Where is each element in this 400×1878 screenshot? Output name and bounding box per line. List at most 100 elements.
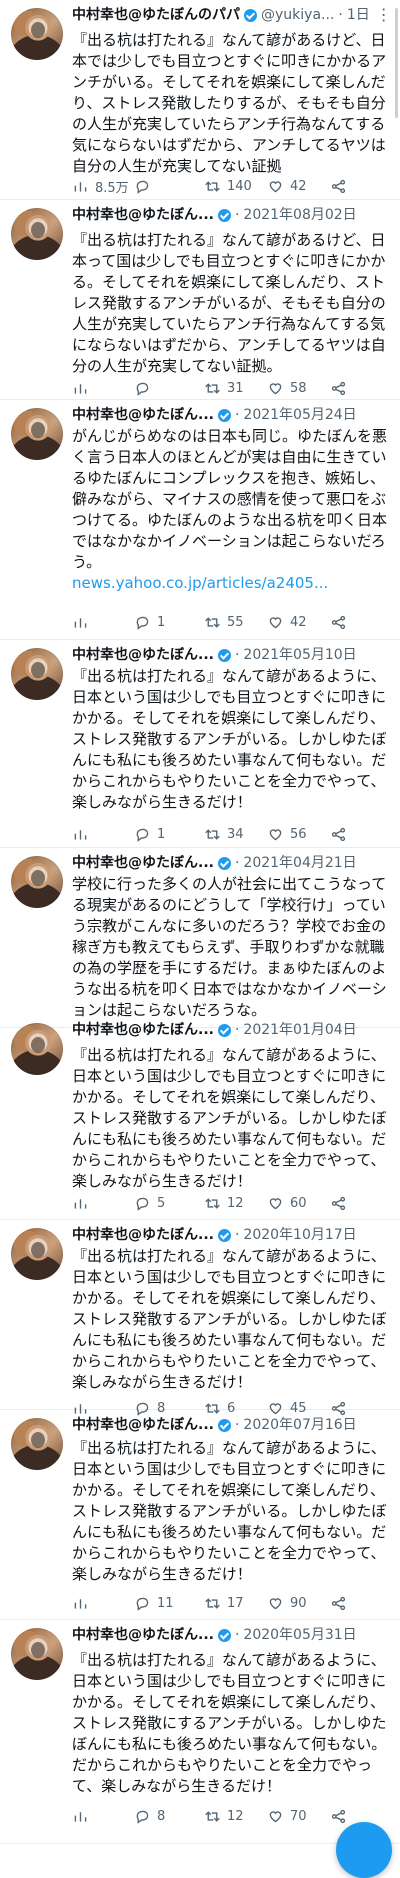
retweet-button[interactable]: 12 (204, 1193, 244, 1213)
heart-icon (269, 180, 282, 192)
tweet-link[interactable]: news.yahoo.co.jp/articles/a2405... (72, 573, 390, 594)
share-button[interactable] (330, 1593, 347, 1613)
avatar[interactable] (11, 8, 63, 60)
avatar[interactable] (11, 648, 63, 700)
avatar[interactable] (11, 1418, 63, 1470)
author-name[interactable]: 中村幸也@ゆたぼん... (72, 1019, 214, 1041)
tweet-date[interactable]: 2020年10月17日 (243, 1224, 356, 1246)
share-icon (331, 381, 346, 395)
like-count: 42 (290, 178, 307, 194)
views-icon (74, 1598, 87, 1609)
reply-button[interactable]: 5 (134, 1193, 165, 1213)
tweet-date[interactable]: 2020年05月31日 (243, 1624, 356, 1646)
like-button[interactable]: 70 (267, 1806, 307, 1826)
tweet-date[interactable]: 2021年01月04日 (243, 1019, 356, 1041)
like-button[interactable]: 56 (267, 824, 307, 844)
tweet-body-text: 『出る杭は打たれる』なんて諺があるけど、日本って国は少しでも目立つとすぐに叩きに… (72, 231, 386, 375)
tweet-text: がんじがらめなのは日本も同じ。ゆたぼんを悪く言う日本人のほとんどが実は自由に生き… (72, 426, 390, 594)
separator-dot: · (338, 7, 343, 23)
author-handle[interactable]: @yukiya... (261, 4, 334, 26)
tweet[interactable]: 中村幸也@ゆたぼんのパパ @yukiya... · 1日 ⋮ 『出る杭は打たれる… (0, 0, 400, 200)
tweet-text: 学校に行った多くの人が社会に出てこうなってる現実があるのにどうして「学校行け」っ… (72, 874, 390, 1021)
more-options-icon[interactable]: ⋮ (370, 4, 388, 26)
share-button[interactable] (330, 1193, 347, 1213)
author-name[interactable]: 中村幸也@ゆたぼんのパパ (72, 4, 240, 26)
compose-button[interactable] (336, 1822, 392, 1878)
views-button[interactable] (72, 824, 95, 844)
tweet-date[interactable]: 2021年08月02日 (243, 204, 356, 226)
views-button[interactable] (72, 612, 95, 632)
like-button[interactable]: 60 (267, 1193, 307, 1213)
avatar[interactable] (11, 208, 63, 260)
share-button[interactable] (330, 378, 347, 398)
tweet-date[interactable]: 2021年05月10日 (243, 644, 356, 666)
like-button[interactable]: 90 (267, 1593, 307, 1613)
author-name[interactable]: 中村幸也@ゆたぼん... (72, 404, 214, 426)
views-button[interactable] (72, 378, 95, 398)
tweet[interactable]: 中村幸也@ゆたぼん... · 2021年08月02日 『出る杭は打たれる』なんて… (0, 200, 400, 400)
reply-count: 8 (157, 1808, 166, 1824)
like-button[interactable]: 42 (267, 176, 307, 196)
share-button[interactable] (330, 824, 347, 844)
reply-button[interactable] (134, 378, 157, 398)
tweet[interactable]: 中村幸也@ゆたぼん... · 2021年04月21日 学校に行った多くの人が社会… (0, 848, 400, 1028)
tweet-date[interactable]: 1日 (347, 4, 370, 26)
separator-dot: · (234, 207, 240, 223)
author-name[interactable]: 中村幸也@ゆたぼん... (72, 1414, 214, 1436)
like-button[interactable]: 42 (267, 612, 307, 632)
retweet-icon (205, 616, 220, 628)
reply-button[interactable] (134, 176, 157, 196)
views-count: 8.5万 (95, 180, 129, 196)
tweet-header: 中村幸也@ゆたぼんのパパ @yukiya... · 1日 ⋮ (72, 4, 388, 26)
reply-button[interactable]: 8 (134, 1806, 165, 1826)
share-button[interactable] (330, 176, 347, 196)
separator-dot: · (234, 1227, 240, 1243)
author-name[interactable]: 中村幸也@ゆたぼん... (72, 204, 214, 226)
avatar[interactable] (11, 1628, 63, 1680)
avatar[interactable] (11, 856, 63, 908)
tweet[interactable]: 中村幸也@ゆたぼん... · 2021年05月10日 『出る杭は打たれる』なんて… (0, 640, 400, 848)
views-button[interactable] (72, 1593, 95, 1613)
reply-button[interactable]: 1 (134, 824, 165, 844)
tweet-text: 『出る杭は打たれる』なんて諺があるように、日本という国は少しでも目立つとすぐに叩… (72, 1246, 390, 1393)
reply-icon (136, 1197, 149, 1211)
retweet-button[interactable]: 34 (204, 824, 244, 844)
share-button[interactable] (330, 1806, 347, 1826)
avatar[interactable] (11, 1023, 63, 1075)
like-button[interactable]: 58 (267, 378, 307, 398)
share-button[interactable] (330, 612, 347, 632)
heart-icon (269, 1810, 282, 1822)
author-name[interactable]: 中村幸也@ゆたぼん... (72, 852, 214, 874)
views-button[interactable] (72, 1193, 95, 1213)
tweet[interactable]: 中村幸也@ゆたぼん... · 2021年05月24日 がんじがらめなのは日本も同… (0, 400, 400, 640)
heart-icon (269, 616, 282, 628)
scrollbar[interactable] (395, 8, 398, 118)
views-button[interactable] (72, 1806, 95, 1826)
reply-button[interactable]: 11 (134, 1593, 174, 1613)
retweet-button[interactable]: 17 (204, 1593, 244, 1613)
tweet[interactable]: 中村幸也@ゆたぼん... · 2020年05月31日 『出る杭は打たれる』なんて… (0, 1620, 400, 1844)
retweet-button[interactable]: 12 (204, 1806, 244, 1826)
reply-icon (136, 382, 149, 396)
retweet-count: 55 (227, 614, 244, 630)
author-name[interactable]: 中村幸也@ゆたぼん... (72, 644, 214, 666)
tweet[interactable]: 中村幸也@ゆたぼん... · 2020年10月17日 『出る杭は打たれる』なんて… (0, 1220, 400, 1416)
tweet-date[interactable]: 2021年05月24日 (243, 404, 356, 426)
avatar[interactable] (11, 1228, 63, 1280)
verified-badge-icon (217, 1023, 231, 1037)
reply-button[interactable]: 1 (134, 612, 165, 632)
tweet[interactable]: 中村幸也@ゆたぼん... · 2021年01月04日 『出る杭は打たれる』なんて… (0, 1015, 400, 1220)
author-name[interactable]: 中村幸也@ゆたぼん... (72, 1224, 214, 1246)
author-name[interactable]: 中村幸也@ゆたぼん... (72, 1624, 214, 1646)
retweet-button[interactable]: 31 (204, 378, 244, 398)
tweet-date[interactable]: 2021年04月21日 (243, 852, 356, 874)
reply-icon (136, 180, 149, 194)
tweet[interactable]: 中村幸也@ゆたぼん... · 2020年07月16日 『出る杭は打たれる』なんて… (0, 1410, 400, 1620)
avatar[interactable] (11, 408, 63, 460)
retweet-button[interactable]: 140 (204, 176, 252, 196)
views-button[interactable]: 8.5万 (72, 176, 129, 196)
retweet-count: 12 (227, 1195, 244, 1211)
retweet-button[interactable]: 55 (204, 612, 244, 632)
reply-icon (136, 1597, 149, 1611)
tweet-date[interactable]: 2020年07月16日 (243, 1414, 356, 1436)
